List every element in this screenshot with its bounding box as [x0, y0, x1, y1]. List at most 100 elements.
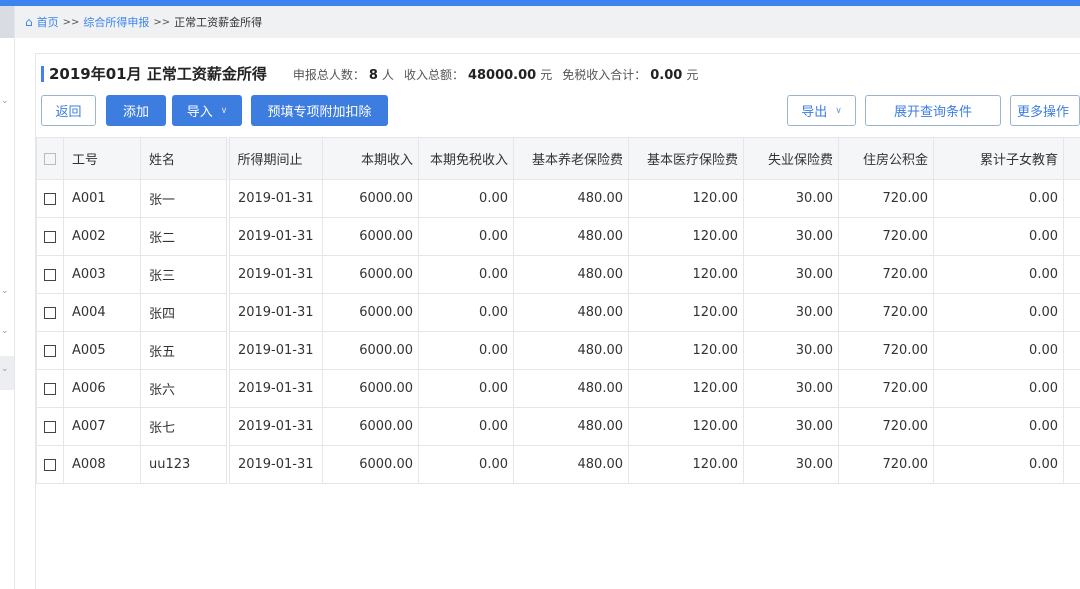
- row-checkbox[interactable]: [36, 369, 64, 408]
- cell-more: [1063, 255, 1080, 294]
- cell-name: 张三: [140, 255, 230, 294]
- chevron-down-icon[interactable]: ⌄: [1, 326, 9, 336]
- row-checkbox[interactable]: [36, 179, 64, 218]
- cell-pension: 480.00: [513, 445, 629, 484]
- sidebar-header: [0, 6, 14, 38]
- cell-income: 6000.00: [322, 293, 419, 332]
- cell-income: 6000.00: [322, 445, 419, 484]
- select-all-checkbox[interactable]: [36, 137, 64, 180]
- cell-unemployment: 30.00: [743, 217, 839, 256]
- table-row[interactable]: A005 张五 2019-01-31 6000.00 0.00 480.00 120.00 3…: [36, 331, 1080, 370]
- cell-housing-fund: 720.00: [838, 445, 934, 484]
- col-header-name[interactable]: 姓名: [140, 137, 230, 180]
- cell-id: A008: [63, 445, 141, 484]
- row-checkbox[interactable]: [36, 331, 64, 370]
- cell-pension: 480.00: [513, 369, 629, 408]
- cell-medical: 120.00: [628, 179, 744, 218]
- import-dropdown[interactable]: 导入 ∨: [172, 95, 242, 126]
- export-label: 导出: [801, 105, 828, 120]
- col-header-housing-fund[interactable]: 住房公积金: [838, 137, 934, 180]
- cell-housing-fund: 720.00: [838, 369, 934, 408]
- table-row[interactable]: A007 张七 2019-01-31 6000.00 0.00 480.00 120.00 3…: [36, 407, 1080, 446]
- summary-header: 2019年01月 正常工资薪金所得 申报总人数： 8 人 收入总额： 48000…: [41, 63, 708, 84]
- table-row[interactable]: A002 张二 2019-01-31 6000.00 0.00 480.00 120.00 3…: [36, 217, 1080, 256]
- cell-medical: 120.00: [628, 331, 744, 370]
- cell-period-end: 2019-01-31: [227, 445, 323, 484]
- cell-child-education: 0.00: [933, 369, 1064, 408]
- cell-more: [1063, 445, 1080, 484]
- cell-more: [1063, 331, 1080, 370]
- cell-income: 6000.00: [322, 369, 419, 408]
- taxfree-unit: 元: [686, 68, 699, 82]
- title-accent-bar: [41, 65, 44, 82]
- row-checkbox[interactable]: [36, 293, 64, 332]
- income-label: 收入总额：: [403, 68, 464, 82]
- col-header-child-education[interactable]: 累计子女教育: [933, 137, 1064, 180]
- cell-unemployment: 30.00: [743, 369, 839, 408]
- prefill-deduction-button[interactable]: 预填专项附加扣除: [251, 95, 388, 126]
- income-unit: 元: [540, 68, 553, 82]
- cell-medical: 120.00: [628, 255, 744, 294]
- chevron-down-icon[interactable]: ⌄: [1, 286, 9, 296]
- cell-name: 张六: [140, 369, 230, 408]
- row-checkbox[interactable]: [36, 407, 64, 446]
- cell-housing-fund: 720.00: [838, 407, 934, 446]
- col-header-unemployment[interactable]: 失业保险费: [743, 137, 839, 180]
- cell-id: A005: [63, 331, 141, 370]
- cell-unemployment: 30.00: [743, 331, 839, 370]
- col-header-income[interactable]: 本期收入: [322, 137, 419, 180]
- cell-name: uu123: [140, 445, 230, 484]
- col-header-medical[interactable]: 基本医疗保险费: [628, 137, 744, 180]
- cell-name: 张五: [140, 331, 230, 370]
- cell-pension: 480.00: [513, 407, 629, 446]
- main-panel: 2019年01月 正常工资薪金所得 申报总人数： 8 人 收入总额： 48000…: [35, 53, 1080, 589]
- col-header-taxfree[interactable]: 本期免税收入: [418, 137, 514, 180]
- export-dropdown[interactable]: 导出 ∨: [787, 95, 856, 126]
- col-header-id[interactable]: 工号: [63, 137, 141, 180]
- cell-medical: 120.00: [628, 445, 744, 484]
- cell-unemployment: 30.00: [743, 445, 839, 484]
- cell-income: 6000.00: [322, 331, 419, 370]
- row-checkbox[interactable]: [36, 445, 64, 484]
- cell-income: 6000.00: [322, 179, 419, 218]
- cell-child-education: 0.00: [933, 293, 1064, 332]
- col-header-pension[interactable]: 基本养老保险费: [513, 137, 629, 180]
- add-button[interactable]: 添加: [106, 95, 166, 126]
- cell-more: [1063, 293, 1080, 332]
- back-button[interactable]: 返回: [41, 95, 96, 126]
- table-row[interactable]: A006 张六 2019-01-31 6000.00 0.00 480.00 120.00 3…: [36, 369, 1080, 408]
- cell-taxfree: 0.00: [418, 293, 514, 332]
- cell-taxfree: 0.00: [418, 407, 514, 446]
- chevron-down-icon: ∨: [220, 105, 228, 116]
- cell-child-education: 0.00: [933, 407, 1064, 446]
- cell-taxfree: 0.00: [418, 369, 514, 408]
- taxfree-value: 0.00: [650, 68, 683, 83]
- row-checkbox[interactable]: [36, 217, 64, 256]
- more-actions-button[interactable]: 更多操作: [1010, 95, 1080, 126]
- add-label: 添加: [122, 105, 149, 120]
- home-icon[interactable]: ⌂: [25, 15, 33, 29]
- more-label: 更多操作: [1017, 105, 1070, 120]
- cell-pension: 480.00: [513, 331, 629, 370]
- cell-period-end: 2019-01-31: [227, 293, 323, 332]
- table-header-row: 工号 姓名 所得期间止 本期收入 本期免税收入 基本养老保险费 基本医疗保险费 …: [36, 137, 1080, 180]
- cell-name: 张七: [140, 407, 230, 446]
- page-title: 2019年01月 正常工资薪金所得: [49, 65, 267, 83]
- cell-child-education: 0.00: [933, 217, 1064, 256]
- row-checkbox[interactable]: [36, 255, 64, 294]
- expand-query-button[interactable]: 展开查询条件: [865, 95, 1001, 126]
- table-row[interactable]: A003 张三 2019-01-31 6000.00 0.00 480.00 120.00 3…: [36, 255, 1080, 294]
- table-row[interactable]: A004 张四 2019-01-31 6000.00 0.00 480.00 120.00 3…: [36, 293, 1080, 332]
- table-row[interactable]: A008 uu123 2019-01-31 6000.00 0.00 480.00 120.…: [36, 445, 1080, 484]
- col-header-period-end[interactable]: 所得期间止: [227, 137, 323, 180]
- cell-income: 6000.00: [322, 255, 419, 294]
- breadcrumb-home[interactable]: 首页: [37, 14, 59, 30]
- chevron-down-icon[interactable]: ⌄: [1, 96, 9, 106]
- cell-taxfree: 0.00: [418, 445, 514, 484]
- cell-child-education: 0.00: [933, 255, 1064, 294]
- chevron-down-icon[interactable]: ⌄: [1, 364, 9, 374]
- cell-medical: 120.00: [628, 217, 744, 256]
- cell-child-education: 0.00: [933, 179, 1064, 218]
- table-row[interactable]: A001 张一 2019-01-31 6000.00 0.00 480.00 120.00 3…: [36, 179, 1080, 218]
- breadcrumb-level2[interactable]: 综合所得申报: [83, 14, 149, 30]
